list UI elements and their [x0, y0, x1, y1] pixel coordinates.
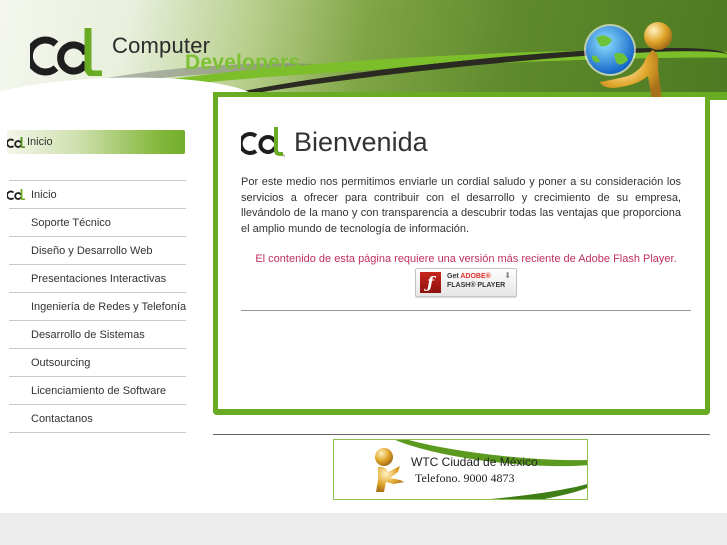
flash-get-label: Get — [447, 273, 459, 280]
page-footer — [0, 513, 727, 545]
get-flash-player-button[interactable]: ƒ Get ADOBE® FLASH® PLAYER ⬇ — [415, 268, 517, 297]
flash-player-label: FLASH® PLAYER — [447, 282, 506, 289]
content-divider — [241, 310, 691, 311]
brand-name-line2: Developers — [185, 51, 301, 74]
intro-paragraph: Por este medio nos permitimos enviarle u… — [241, 176, 681, 235]
cd-logo-icon — [7, 136, 25, 148]
content-panel: Bienvenida Por este medio nos permitimos… — [213, 97, 710, 415]
sidebar-item-label: Contactanos — [31, 412, 93, 425]
page-divider — [213, 434, 710, 435]
sidebar-item-label: Ingeniería de Redes y Telefonía — [31, 300, 187, 313]
flash-get-text: Get ADOBE® — [447, 273, 491, 280]
gold-figure-icon — [375, 448, 404, 492]
flash-logo-icon: ƒ — [420, 272, 441, 293]
sidebar-item-redes-telefonia[interactable]: Ingeniería de Redes y Telefonía — [9, 293, 186, 321]
site-header: Computer Developers — [0, 0, 727, 100]
sidebar-active-section[interactable]: Inicio — [7, 130, 185, 154]
sidebar-item-label: Diseño y Desarrollo Web — [31, 244, 153, 257]
cd-logo-icon[interactable] — [30, 28, 102, 76]
sidebar-nav: Inicio Soporte Técnico Diseño y Desarrol… — [7, 180, 186, 433]
cd-logo-icon — [241, 127, 285, 157]
sidebar-item-desarrollo-sistemas[interactable]: Desarrollo de Sistemas — [9, 321, 186, 349]
sidebar-item-outsourcing[interactable]: Outsourcing — [9, 349, 186, 377]
sidebar-item-diseno-web[interactable]: Diseño y Desarrollo Web — [9, 237, 186, 265]
sidebar-item-label: Outsourcing — [31, 356, 91, 369]
sidebar-active-label: Inicio — [27, 136, 53, 148]
flash-adobe-label: ADOBE® — [460, 273, 491, 280]
wtc-location: WTC Ciudad de México — [411, 455, 538, 469]
page-title: Bienvenida — [294, 127, 428, 157]
sidebar-item-soporte-tecnico[interactable]: Soporte Técnico — [9, 209, 186, 237]
wtc-contact-banner[interactable]: WTC Ciudad de México Telefono. 9000 4873 — [333, 439, 588, 500]
wtc-phone: Telefono. 9000 4873 — [415, 471, 515, 485]
sidebar-item-label: Inicio — [31, 188, 57, 201]
globe-figure-icon — [584, 22, 672, 100]
flash-required-notice: El contenido de esta página requiere una… — [255, 253, 677, 265]
content-inner: Bienvenida Por este medio nos permitimos… — [241, 123, 691, 297]
page-title-row: Bienvenida — [241, 123, 691, 157]
sidebar-item-label: Presentaciones Interactivas — [31, 272, 167, 285]
sidebar-item-presentaciones[interactable]: Presentaciones Interactivas — [9, 265, 186, 293]
cd-logo-icon — [7, 189, 25, 200]
sidebar-item-label: Licenciamiento de Software — [31, 384, 167, 397]
sidebar-item-contactanos[interactable]: Contactanos — [9, 405, 186, 433]
sidebar-item-label: Desarrollo de Sistemas — [31, 328, 145, 341]
sidebar-item-inicio[interactable]: Inicio — [7, 181, 186, 209]
download-arrow-icon: ⬇ — [504, 271, 511, 280]
sidebar-item-label: Soporte Técnico — [31, 216, 111, 229]
sidebar-item-licenciamiento[interactable]: Licenciamiento de Software — [9, 377, 186, 405]
